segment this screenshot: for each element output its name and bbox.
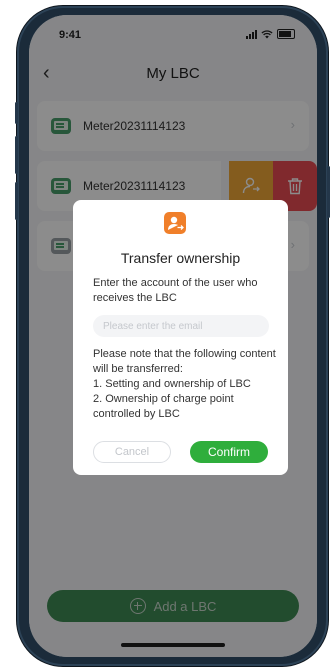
transfer-ownership-icon [164, 212, 186, 234]
side-button-power [327, 166, 330, 218]
confirm-button[interactable]: Confirm [190, 441, 268, 463]
side-button-volume-up [15, 136, 18, 174]
side-button-mute [15, 102, 18, 124]
side-button-volume-down [15, 182, 18, 220]
email-input[interactable] [93, 315, 269, 337]
cancel-button[interactable]: Cancel [93, 441, 171, 463]
dialog-title: Transfer ownership [120, 250, 241, 266]
transfer-note: Please note that the following content w… [93, 347, 278, 422]
note-item: 2. Ownership of charge point controlled … [93, 393, 234, 420]
home-indicator[interactable] [121, 643, 225, 647]
transfer-ownership-dialog: Transfer ownership Enter the account of … [73, 200, 288, 475]
note-item: 1. Setting and ownership of LBC [93, 378, 251, 390]
dialog-description: Enter the account of the user who receiv… [93, 277, 258, 304]
note-heading: Please note that the following content w… [93, 348, 276, 375]
